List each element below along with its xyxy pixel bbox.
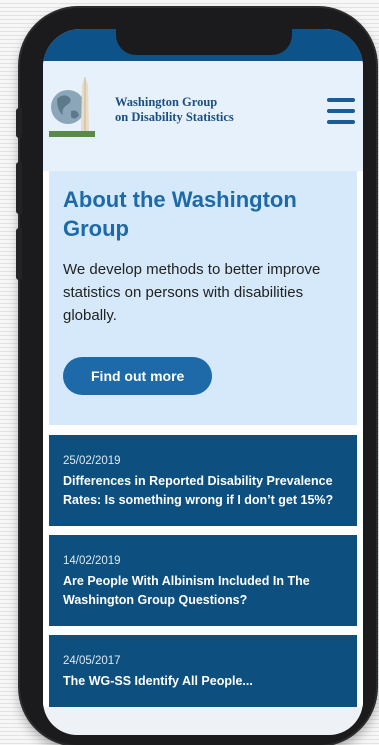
site-brand[interactable]: Washington Group on Disability Statistic… <box>115 95 234 125</box>
news-date: 24/05/2017 <box>63 655 121 667</box>
news-title[interactable]: Are People With Albinism Included In The… <box>63 572 343 610</box>
hamburger-menu-icon[interactable] <box>327 98 355 124</box>
volume-up-button <box>16 162 22 214</box>
notch <box>116 29 292 55</box>
status-bar <box>43 29 363 61</box>
brand-line-1: Washington Group <box>115 95 218 109</box>
news-list: 25/02/2019 Differences in Reported Disab… <box>49 425 357 707</box>
find-out-more-button[interactable]: Find out more <box>63 357 213 395</box>
news-card[interactable]: 25/02/2019 Differences in Reported Disab… <box>49 435 357 526</box>
phone-screen: Washington Group on Disability Statistic… <box>43 29 363 735</box>
news-date: 25/02/2019 <box>63 455 121 467</box>
news-date: 14/02/2019 <box>63 555 121 567</box>
menu-bar-middle <box>327 109 355 113</box>
news-card[interactable]: 24/05/2017 The WG-SS Identify All People… <box>49 635 357 707</box>
news-title[interactable]: Differences in Reported Disability Preva… <box>63 472 343 510</box>
brand-line-2: on Disability Statistics <box>115 110 234 124</box>
globe-monument-logo[interactable] <box>49 75 99 139</box>
volume-down-button <box>16 228 22 280</box>
mute-switch <box>16 108 22 138</box>
news-card[interactable]: 14/02/2019 Are People With Albinism Incl… <box>49 535 357 626</box>
news-title[interactable]: The WG-SS Identify All People... <box>63 672 343 691</box>
about-section: About the Washington Group We develop me… <box>49 171 357 425</box>
menu-bar-top <box>327 98 355 102</box>
about-title: About the Washington Group <box>63 187 297 241</box>
about-description: We develop methods to better improve sta… <box>63 261 321 324</box>
main-content: About the Washington Group We develop me… <box>43 171 363 707</box>
site-header: Washington Group on Disability Statistic… <box>43 61 363 171</box>
menu-bar-bottom <box>327 120 355 124</box>
